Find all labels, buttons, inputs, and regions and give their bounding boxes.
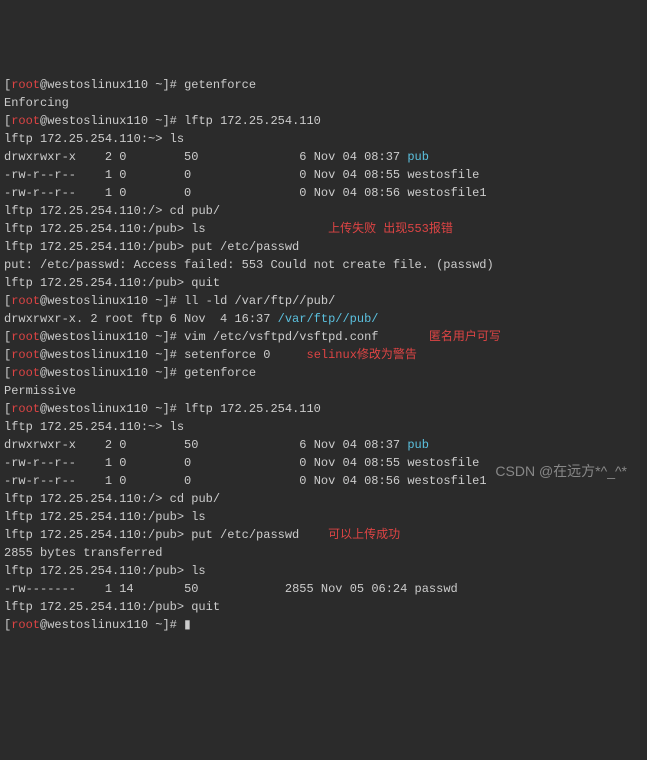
- annotation-success: 可以上传成功: [328, 528, 400, 542]
- prompt-host: westoslinux110: [47, 78, 148, 92]
- cmd-lftp: lftp 172.25.254.110: [184, 114, 321, 128]
- watermark: CSDN @在远方*^_^*: [495, 461, 627, 482]
- ll-path: /var/ftp//pub/: [278, 312, 379, 326]
- getenforce-result-2: Permissive: [4, 384, 76, 398]
- cmd-setenforce: setenforce 0: [184, 348, 270, 362]
- cmd-getenforce: getenforce: [184, 78, 256, 92]
- put-error: put: /etc/passwd: Access failed: 553 Cou…: [4, 258, 494, 272]
- annotation-anon: 匿名用户可写: [429, 330, 501, 344]
- bytes-transferred: 2855 bytes transferred: [4, 546, 162, 560]
- cursor[interactable]: ▮: [184, 618, 191, 632]
- cmd-ll: ll -ld /var/ftp//pub/: [184, 294, 335, 308]
- getenforce-result-1: Enforcing: [4, 96, 69, 110]
- prompt-user: root: [11, 78, 40, 92]
- dir-pub: pub: [407, 150, 429, 164]
- terminal-output: [root@westoslinux110 ~]# getenforce Enfo…: [4, 76, 643, 634]
- annotation-fail: 上传失败 出现553报错: [328, 222, 453, 236]
- annotation-selinux: selinux修改为警告: [307, 348, 417, 362]
- cmd-vim: vim /etc/vsftpd/vsftpd.conf: [184, 330, 378, 344]
